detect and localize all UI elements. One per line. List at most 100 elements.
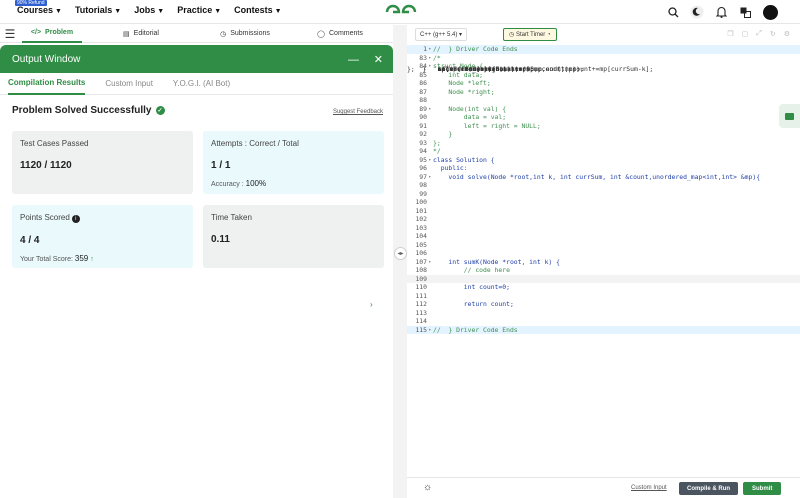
code-line[interactable]: 89 ▸ Node(int val) { [407,105,800,114]
code-line[interactable]: 86 Node *left; [407,79,800,88]
chat-icon[interactable] [779,104,800,128]
code-line[interactable]: 103 solve(root->left,k,currSum,count,mp)… [407,65,800,233]
suggest-feedback-link[interactable]: Suggest Feedback [333,109,383,115]
tab-problem[interactable]: </> Problem [22,25,82,43]
settings-icon[interactable]: ⚙ [784,30,790,38]
document-icon: ▤ [123,30,130,38]
chevron-right-icon[interactable]: › [370,300,373,309]
code-line[interactable]: 93}; [407,139,800,148]
code-line[interactable]: 1 ▸// } Driver Code Ends [407,45,800,54]
nav-label: Practice [177,5,213,15]
tab-submissions[interactable]: ◷ Submissions [200,25,290,43]
arrow-up-icon: ↑ [90,256,94,263]
file-icon[interactable]: ▢ [742,30,749,38]
minimize-icon[interactable]: — [348,54,359,66]
problem-panel: ☰ </> Problem ▤ Editorial ◷ Submissions ◯ Co… [0,25,393,498]
code-line[interactable]: 88 [407,96,800,105]
code-line[interactable]: 91 left = right = NULL; [407,122,800,131]
code-text: int count=0; [433,283,510,292]
code-line[interactable]: 111 solve(root,k,0,count,mp); [407,65,800,301]
compile-run-button[interactable]: Compile & Run [679,482,738,495]
expand-icon[interactable]: ⤢ [756,30,762,38]
line-number: 101 [415,206,427,215]
code-line[interactable]: 105 mp[currSum]--; [407,65,800,250]
tab-compilation-results[interactable]: Compilation Results [8,73,86,95]
code-line[interactable]: 87 Node *right; [407,88,800,97]
close-icon[interactable]: ✕ [374,54,383,66]
tab-custom-input[interactable]: Custom Input [105,73,153,95]
notification-bell-icon[interactable] [713,4,729,20]
code-text: */ [433,147,441,156]
resize-handle-icon[interactable]: ◂▸ [394,247,407,260]
line-number: 83 [419,53,427,62]
card-value: 1120 / 1120 [20,160,72,171]
nav-jobs[interactable]: Jobs ▼ [134,5,164,15]
line-number: 113 [415,308,427,317]
line-number: 115 [415,325,427,334]
code-line[interactable]: 99 currSum+=root->data; [407,65,800,199]
panel-divider[interactable] [393,25,407,498]
line-number: 98 [419,181,427,190]
start-timer-button[interactable]: ◷ Start Timer ◔ [503,28,557,41]
total-score-label: Your Total Score: [20,256,73,263]
code-line[interactable]: 92 } [407,130,800,139]
code-line[interactable]: 101 if(mp.find(currSum-k) != mp.end()) c… [407,65,800,216]
code-line[interactable]: 95 ▸ class Solution { [407,156,800,165]
line-number: 1 [423,45,427,54]
copy-icon[interactable]: ❐ [727,30,733,38]
code-line[interactable]: 114}; [407,65,800,326]
line-number: 86 [419,79,427,88]
chat-bubble-icon [785,112,794,120]
language-select[interactable]: C++ (g++ 5.4) ▾ [415,28,468,41]
code-line[interactable]: 94 */ [407,147,800,156]
code-line[interactable]: 97 ▸ void solve(Node *root,int k, int cur… [407,173,800,182]
code-line[interactable]: 90 data = val; [407,113,800,122]
code-line[interactable]: 107 ▸ int sumK(Node *root, int k) { [407,258,800,267]
code-line[interactable]: 102 mp[currSum]++; [407,65,800,224]
code-line[interactable]: 104 solve(root->right,k,currSum,count,mp… [407,65,800,241]
line-number: 102 [415,215,427,224]
submit-button[interactable]: Submit [743,482,782,495]
line-number: 97 [419,172,427,181]
tab-yogi-ai-bot[interactable]: Y.O.G.I. (AI Bot) [173,73,230,95]
code-line[interactable]: 112 return count; [407,300,800,309]
code-line[interactable]: 106 } [407,65,800,258]
card-title: Time Taken [211,213,252,222]
code-editor[interactable]: 1 ▸// } Driver Code Ends 83 ▸/* 84 ▸ struct No… [407,45,800,334]
code-line[interactable]: 108 // code here [407,266,800,275]
tab-editorial[interactable]: ▤ Editorial [82,25,200,43]
search-icon[interactable] [665,4,681,20]
language-label: C++ (g++ 5.4) [420,32,458,38]
lightbulb-icon[interactable]: ☼ [423,482,432,493]
code-line[interactable]: 98 if(!root) return; [407,65,800,190]
code-line[interactable]: 115 ▸// } Driver Code Ends [407,325,800,334]
nav-tutorials[interactable]: Tutorials ▼ [75,5,121,15]
translate-icon[interactable] [737,4,753,20]
code-line[interactable]: 100 if(currSum==k) count++; [407,65,800,207]
code-line[interactable]: 109 unordered_map<int,int> mp; [407,65,800,283]
nav-courses[interactable]: Courses ▼ [17,5,62,15]
tab-comments[interactable]: ◯ Comments [290,25,390,43]
code-line[interactable]: 83 ▸/* [407,54,800,63]
tab-label: Editorial [133,30,159,37]
code-text: class Solution { [433,155,495,164]
user-avatar[interactable] [763,4,778,20]
gfg-logo-icon[interactable] [384,3,418,21]
code-icon: </> [30,29,42,36]
nav-contests[interactable]: Contests ▼ [234,5,281,15]
card-value: 4 / 4 [20,235,40,246]
custom-input-link[interactable]: Custom Input [631,485,667,491]
reset-icon[interactable]: ↻ [770,30,776,38]
code-line[interactable]: 96 public: [407,164,800,173]
attempts-card: Attempts : Correct / Total 1 / 1 Accurac… [203,131,384,194]
info-icon[interactable]: i [71,215,80,223]
menu-icon[interactable]: ☰ [0,27,20,41]
top-navbar: 90% Refund Courses ▼ Tutorials ▼ Jobs ▼ Pra… [0,0,800,24]
nav-practice[interactable]: Practice ▼ [177,5,221,15]
code-text: data = val; [433,113,507,122]
accuracy-label: Accuracy : [211,181,244,188]
code-line[interactable]: 110 int count=0; [407,283,800,292]
code-line[interactable]: 113 } [407,65,800,318]
nav-label: Tutorials [74,5,113,15]
theme-toggle-icon[interactable] [689,4,705,20]
